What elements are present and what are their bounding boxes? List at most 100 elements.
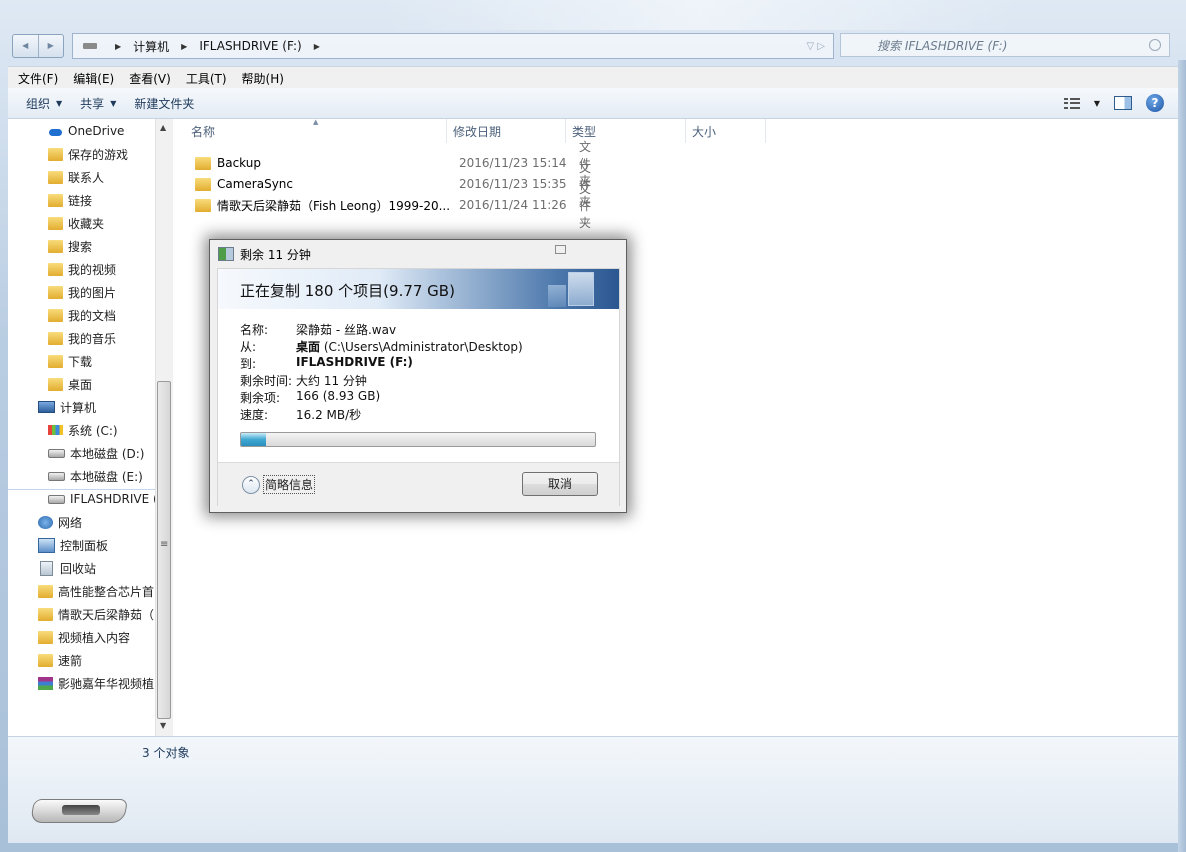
sidebar-item-searches[interactable]: 搜索 xyxy=(48,235,92,257)
sidebar-item-label: 桌面 xyxy=(68,377,93,392)
detail-speed: 速度: 16.2 MB/秒 xyxy=(240,406,361,423)
back-arrow-icon[interactable]: ◀ xyxy=(13,35,39,57)
address-bar[interactable]: ▶ 计算机 ▶ IFLASHDRIVE (F:) ▶ ▽ ▷ xyxy=(72,33,834,59)
breadcrumb-separator-icon[interactable]: ▶ xyxy=(115,42,121,51)
address-dropdown-icon[interactable]: ▽ ▷ xyxy=(806,41,825,52)
chevron-down-icon: ▼ xyxy=(110,98,117,108)
table-row[interactable]: Backup 2016/11/23 15:14 文件夹 xyxy=(195,140,591,188)
menu-bar: 文件(F) 编辑(E) 查看(V) 工具(T) 帮助(H) xyxy=(8,66,1178,89)
sidebar-item-documents[interactable]: 我的文档 xyxy=(48,304,116,326)
star-icon xyxy=(48,216,63,230)
computer-icon xyxy=(38,401,55,413)
menu-help[interactable]: 帮助(H) xyxy=(237,70,289,87)
dialog-body: 正在复制 180 个项目(9.77 GB) 名称: 梁静茹 - 丝路.wav 从:… xyxy=(217,268,620,506)
sidebar-item-desktop[interactable]: 桌面 xyxy=(48,373,92,395)
sidebar-item-label: OneDrive xyxy=(68,124,125,138)
sidebar-item-onedrive[interactable]: OneDrive xyxy=(48,120,124,142)
detail-label: 速度: xyxy=(240,408,269,422)
sidebar-item-saved-games[interactable]: 保存的游戏 xyxy=(48,143,128,165)
preview-pane-icon[interactable] xyxy=(1114,96,1132,110)
breadcrumb-drive[interactable]: IFLASHDRIVE (F:) xyxy=(199,39,301,53)
menu-file[interactable]: 文件(F) xyxy=(13,70,63,87)
table-row[interactable]: CameraSync 2016/11/23 15:35 文件夹 xyxy=(195,161,591,209)
sidebar-item-drive-e[interactable]: 本地磁盘 (E:) xyxy=(48,465,143,487)
sidebar-item-contacts[interactable]: 联系人 xyxy=(48,166,104,188)
organize-label: 组织 xyxy=(26,96,51,111)
from-location[interactable]: 桌面 xyxy=(296,340,320,354)
breadcrumb-separator-icon[interactable]: ▶ xyxy=(314,42,320,51)
menu-edit[interactable]: 编辑(E) xyxy=(68,70,119,87)
sidebar-item-control-panel[interactable]: 控制面板 xyxy=(38,534,108,556)
sidebar-item-label: 搜索 xyxy=(68,239,93,254)
sidebar-item-videos[interactable]: 我的视频 xyxy=(48,258,116,280)
less-details-button[interactable]: ⌃ 简略信息 xyxy=(242,475,316,494)
file-name: Backup xyxy=(217,156,261,170)
file-date: 2016/11/23 15:14 xyxy=(459,156,567,170)
view-options-icon[interactable] xyxy=(1063,97,1080,109)
item-count: 3 个对象 xyxy=(142,746,190,760)
breadcrumb-separator-icon[interactable]: ▶ xyxy=(181,42,187,51)
grip-icon: ≡ xyxy=(160,539,169,550)
organize-button[interactable]: 组织 ▼ xyxy=(26,95,62,112)
sidebar-item-folder[interactable]: 情歌天后梁静茹（ xyxy=(38,603,154,625)
breadcrumb-computer[interactable]: 计算机 xyxy=(133,38,169,55)
sidebar-item-label: 回收站 xyxy=(60,561,97,576)
maximize-icon[interactable] xyxy=(555,245,566,254)
detail-items-remaining: 剩余项: 166 (8.93 GB) xyxy=(240,389,380,406)
sidebar-item-recycle-bin[interactable]: 回收站 xyxy=(38,557,96,579)
sidebar-item-network[interactable]: 网络 xyxy=(38,511,82,533)
chevron-down-icon[interactable]: ▼ xyxy=(1094,99,1100,108)
sidebar-item-music[interactable]: 我的音乐 xyxy=(48,327,116,349)
search-icon[interactable] xyxy=(1149,39,1161,51)
menu-tools[interactable]: 工具(T) xyxy=(181,70,232,87)
sidebar-item-label: 我的图片 xyxy=(68,285,117,300)
sidebar-item-label: 链接 xyxy=(68,193,93,208)
folder-icon xyxy=(48,147,63,161)
usb-drive-icon xyxy=(48,494,65,504)
onedrive-icon xyxy=(48,125,63,138)
sidebar-item-favorites[interactable]: 收藏夹 xyxy=(48,212,104,234)
detail-from: 从: 桌面 (C:\Users\Administrator\Desktop) xyxy=(240,338,523,355)
file-date: 2016/11/24 11:26 xyxy=(459,198,567,212)
sidebar-item-drive-c[interactable]: 系统 (C:) xyxy=(48,419,118,441)
share-button[interactable]: 共享 ▼ xyxy=(80,95,116,112)
recycle-bin-icon xyxy=(40,560,53,576)
folder-icon xyxy=(48,170,63,184)
sidebar-item-archive[interactable]: 影驰嘉年华视频植 xyxy=(38,672,154,694)
scroll-down-icon[interactable]: ▼ xyxy=(160,721,166,730)
sidebar-item-folder[interactable]: 高性能整合芯片首 xyxy=(38,580,154,602)
new-folder-button[interactable]: 新建文件夹 xyxy=(134,95,194,112)
sidebar-item-computer[interactable]: 计算机 xyxy=(38,396,96,418)
file-name: CameraSync xyxy=(217,177,294,191)
search-input[interactable]: 搜索 IFLASHDRIVE (F:) xyxy=(840,33,1170,57)
disk-icon xyxy=(48,448,65,458)
folder-icon xyxy=(38,584,53,598)
back-forward-buttons[interactable]: ◀ ▶ xyxy=(12,34,64,58)
details-pane: 3 个对象 xyxy=(8,736,1178,843)
nav-scrollbar[interactable]: ▲ ≡ ▼ xyxy=(155,119,173,736)
sidebar-item-drive-d[interactable]: 本地磁盘 (D:) xyxy=(48,442,144,464)
column-header-name[interactable]: 名称 xyxy=(185,119,447,143)
folder-icon xyxy=(48,331,63,345)
sidebar-item-downloads[interactable]: 下载 xyxy=(48,350,92,372)
scroll-up-icon[interactable]: ▲ xyxy=(160,123,166,132)
sidebar-item-folder[interactable]: 视频植入内容 xyxy=(38,626,130,648)
table-row[interactable]: 情歌天后梁静茹（Fish Leong）1999-20... 2016/11/24… xyxy=(195,182,591,230)
help-icon[interactable]: ? xyxy=(1146,94,1164,112)
scroll-thumb[interactable] xyxy=(157,381,171,719)
detail-label: 剩余时间: xyxy=(240,374,293,388)
column-header-date[interactable]: 修改日期 xyxy=(447,119,566,143)
to-location[interactable]: IFLASHDRIVE (F:) xyxy=(296,355,413,369)
sidebar-item-pictures[interactable]: 我的图片 xyxy=(48,281,116,303)
sidebar-item-folder[interactable]: 速箭 xyxy=(38,649,82,671)
sidebar-item-drive-f[interactable]: IFLASHDRIVE (F:) xyxy=(48,488,172,510)
sidebar-item-label: 速箭 xyxy=(58,653,83,668)
sidebar-item-label: 我的音乐 xyxy=(68,331,117,346)
progress-bar xyxy=(240,432,596,447)
forward-arrow-icon[interactable]: ▶ xyxy=(39,35,64,57)
menu-view[interactable]: 查看(V) xyxy=(124,70,176,87)
cancel-button[interactable]: 取消 xyxy=(522,472,598,496)
sidebar-item-links[interactable]: 链接 xyxy=(48,189,92,211)
column-header-size[interactable]: 大小 xyxy=(686,119,766,143)
copy-heading: 正在复制 180 个项目(9.77 GB) xyxy=(240,282,455,300)
